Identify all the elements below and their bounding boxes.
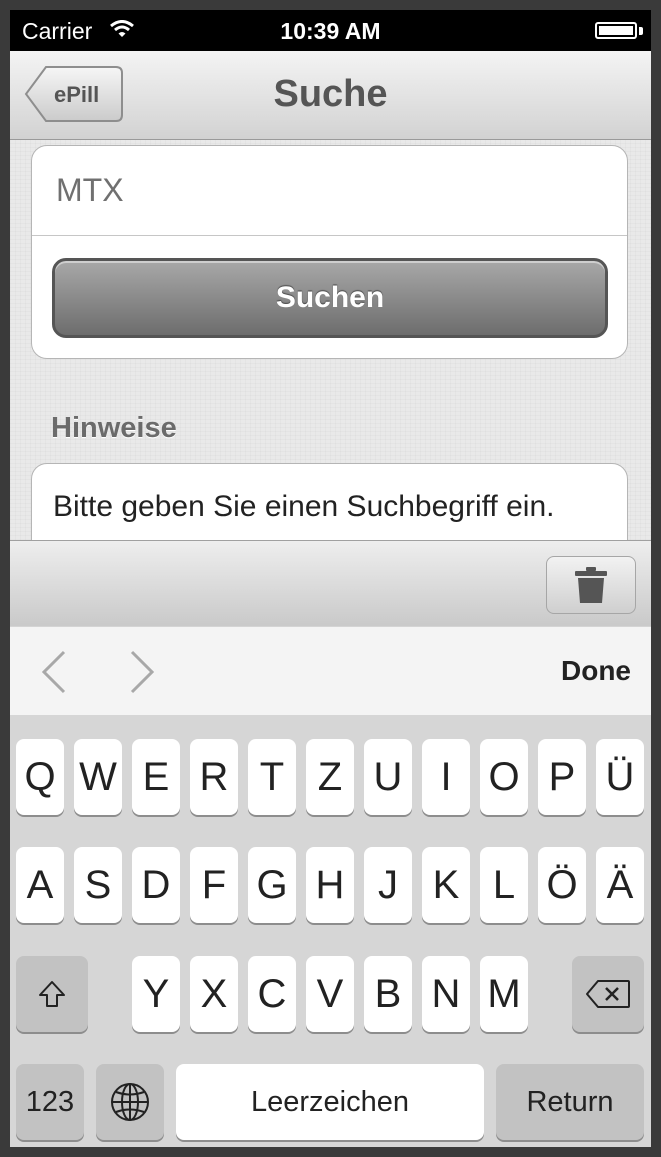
backspace-icon: [586, 980, 630, 1008]
search-button[interactable]: Suchen: [52, 258, 608, 338]
key-d[interactable]: D: [132, 847, 180, 923]
phone-screen: Carrier 10:39 AM ePill Suche MTX Suchen …: [10, 10, 651, 1147]
chevron-right-icon: [130, 650, 155, 694]
globe-icon: [111, 1083, 149, 1121]
toolbar: [10, 540, 651, 627]
key-p[interactable]: P: [538, 739, 586, 815]
trash-icon: [575, 567, 607, 603]
key-k[interactable]: K: [422, 847, 470, 923]
key-e[interactable]: E: [132, 739, 180, 815]
battery-tip: [639, 27, 643, 35]
clock: 10:39 AM: [280, 18, 381, 44]
key-m[interactable]: M: [480, 956, 528, 1032]
previous-field-button[interactable]: [36, 649, 76, 695]
hints-text: Bitte geben Sie einen Suchbegriff ein.: [53, 490, 555, 523]
keyboard: Q W E R T Z U I O P Ü A S D F G H J K L …: [10, 715, 651, 1147]
battery-icon: [595, 22, 637, 39]
numbers-key[interactable]: 123: [16, 1064, 84, 1140]
key-z[interactable]: Z: [306, 739, 354, 815]
delete-key[interactable]: [572, 956, 644, 1032]
next-field-button[interactable]: [122, 649, 162, 695]
key-l[interactable]: L: [480, 847, 528, 923]
key-o[interactable]: O: [480, 739, 528, 815]
key-q[interactable]: Q: [16, 739, 64, 815]
chevron-left-icon: [41, 650, 66, 694]
hints-header: Hinweise: [51, 412, 177, 444]
shift-icon: [39, 981, 65, 1007]
keyboard-accessory-bar: Done: [10, 626, 651, 716]
page-title: Suche: [273, 73, 388, 115]
key-b[interactable]: B: [364, 956, 412, 1032]
key-i[interactable]: I: [422, 739, 470, 815]
key-t[interactable]: T: [248, 739, 296, 815]
key-w[interactable]: W: [74, 739, 122, 815]
key-g[interactable]: G: [248, 847, 296, 923]
key-h[interactable]: H: [306, 847, 354, 923]
key-x[interactable]: X: [190, 956, 238, 1032]
key-oe[interactable]: Ö: [538, 847, 586, 923]
key-n[interactable]: N: [422, 956, 470, 1032]
search-card: Suchen: [31, 145, 628, 359]
shift-key[interactable]: [16, 956, 88, 1032]
key-a[interactable]: A: [16, 847, 64, 923]
status-bar: Carrier 10:39 AM: [10, 10, 651, 51]
key-y[interactable]: Y: [132, 956, 180, 1032]
key-v[interactable]: V: [306, 956, 354, 1032]
done-button[interactable]: Done: [561, 655, 631, 687]
key-ue[interactable]: Ü: [596, 739, 644, 815]
key-r[interactable]: R: [190, 739, 238, 815]
search-input[interactable]: [32, 146, 627, 236]
navigation-bar: ePill Suche: [10, 51, 651, 140]
key-ae[interactable]: Ä: [596, 847, 644, 923]
content-area: Suchen Hinweise Bitte geben Sie einen Su…: [10, 140, 651, 573]
key-s[interactable]: S: [74, 847, 122, 923]
trash-button[interactable]: [546, 556, 636, 614]
key-f[interactable]: F: [190, 847, 238, 923]
return-key[interactable]: Return: [496, 1064, 644, 1140]
key-u[interactable]: U: [364, 739, 412, 815]
space-key[interactable]: Leerzeichen: [176, 1064, 484, 1140]
key-c[interactable]: C: [248, 956, 296, 1032]
globe-key[interactable]: [96, 1064, 164, 1140]
key-j[interactable]: J: [364, 847, 412, 923]
